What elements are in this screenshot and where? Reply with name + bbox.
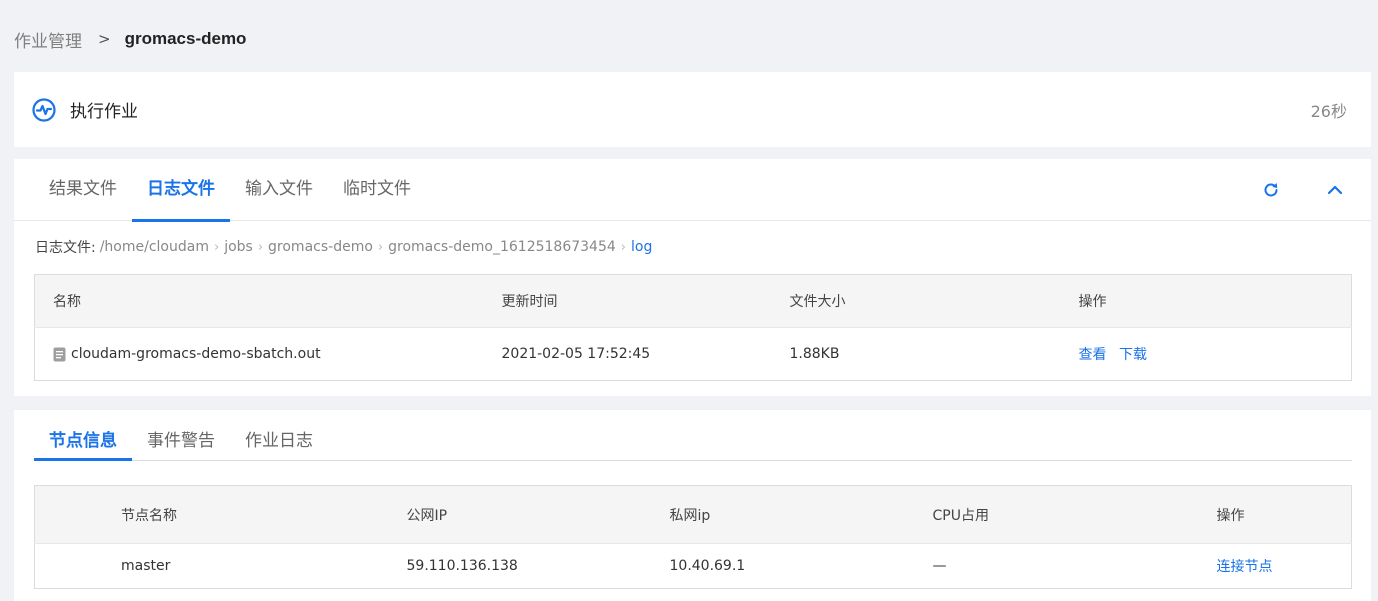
breadcrumb-separator: > — [98, 30, 111, 48]
column-cpu: CPU占用 — [932, 485, 1217, 544]
path-segment-job[interactable]: gromacs-demo — [268, 239, 373, 255]
node-cpu: — — [932, 543, 1217, 589]
page-title: gromacs-demo — [124, 29, 247, 48]
column-node-name: 节点名称 — [34, 485, 407, 544]
node-action-cell: 连接节点 — [1216, 543, 1352, 589]
tab-result-files[interactable]: 结果文件 — [34, 159, 132, 221]
file-size: 1.88KB — [789, 327, 1079, 381]
nodes-card: 节点信息 事件警告 作业日志 节点名称 公网IP 私网ip CPU占用 操作 m… — [14, 410, 1371, 601]
tab-temp-files[interactable]: 临时文件 — [328, 159, 426, 221]
node-private-ip: 10.40.69.1 — [669, 543, 933, 589]
file-icon — [53, 347, 66, 361]
table-header-row: 节点名称 公网IP 私网ip CPU占用 操作 — [34, 485, 1352, 544]
file-path-label: 日志文件: — [35, 240, 96, 256]
table-header-row: 名称 更新时间 文件大小 操作 — [34, 274, 1352, 328]
path-segment-home[interactable]: /home/cloudam — [100, 239, 209, 255]
file-name[interactable]: cloudam-gromacs-demo-sbatch.out — [71, 346, 321, 362]
column-size: 文件大小 — [789, 274, 1079, 328]
nodes-table: 节点名称 公网IP 私网ip CPU占用 操作 master 59.110.13… — [34, 485, 1352, 589]
chevron-right-icon: › — [257, 239, 264, 255]
connect-node-button[interactable]: 连接节点 — [1217, 559, 1273, 575]
job-duration: 26秒 — [1310, 101, 1347, 121]
chevron-right-icon: › — [620, 239, 626, 255]
column-actions: 操作 — [1078, 274, 1352, 328]
column-private-ip: 私网ip — [669, 485, 933, 544]
column-node-actions: 操作 — [1216, 485, 1352, 544]
column-updated: 更新时间 — [501, 274, 790, 328]
refresh-icon[interactable] — [1261, 180, 1281, 200]
path-segment-run[interactable]: gromacs-demo_1612518673454 — [388, 239, 616, 255]
file-path: 日志文件: /home/cloudam › jobs › gromacs-dem… — [35, 237, 652, 257]
tab-log-files[interactable]: 日志文件 — [132, 159, 230, 222]
files-card: 结果文件 日志文件 输入文件 临时文件 日志文件: /home/cloudam … — [14, 159, 1371, 396]
tab-input-files[interactable]: 输入文件 — [230, 159, 328, 221]
chevron-right-icon: › — [213, 239, 220, 255]
breadcrumb: 作业管理 > gromacs-demo — [14, 27, 247, 52]
column-name: 名称 — [34, 274, 502, 328]
column-public-ip: 公网IP — [406, 485, 670, 544]
path-segment-jobs[interactable]: jobs — [224, 239, 253, 255]
file-tabs: 结果文件 日志文件 输入文件 临时文件 — [14, 159, 1371, 222]
tab-job-log[interactable]: 作业日志 — [230, 424, 328, 460]
breadcrumb-job-management[interactable]: 作业管理 — [14, 27, 82, 52]
download-button[interactable]: 下载 — [1119, 347, 1147, 363]
job-status-card: 执行作业 26秒 — [14, 72, 1371, 147]
file-name-cell: cloudam-gromacs-demo-sbatch.out — [34, 327, 502, 381]
file-actions: 查看 下载 — [1078, 327, 1352, 381]
tab-event-warnings[interactable]: 事件警告 — [132, 424, 230, 460]
node-public-ip: 59.110.136.138 — [406, 543, 670, 589]
file-updated: 2021-02-05 17:52:45 — [501, 327, 790, 381]
chevron-up-icon[interactable] — [1325, 180, 1345, 200]
node-tabs: 节点信息 事件警告 作业日志 — [34, 424, 1352, 461]
chevron-right-icon: › — [377, 239, 384, 255]
view-button[interactable]: 查看 — [1079, 347, 1107, 363]
table-row: cloudam-gromacs-demo-sbatch.out 2021-02-… — [34, 327, 1352, 381]
pulse-icon — [32, 97, 56, 122]
job-status-title: 执行作业 — [70, 102, 138, 122]
node-name: master — [34, 543, 407, 589]
table-row: master 59.110.136.138 10.40.69.1 — 连接节点 — [34, 543, 1352, 589]
path-segment-log[interactable]: log — [631, 239, 652, 255]
files-table: 名称 更新时间 文件大小 操作 cloudam-gromacs-demo-sba… — [34, 274, 1352, 381]
tab-actions — [1261, 159, 1345, 221]
tab-node-info[interactable]: 节点信息 — [34, 424, 132, 461]
